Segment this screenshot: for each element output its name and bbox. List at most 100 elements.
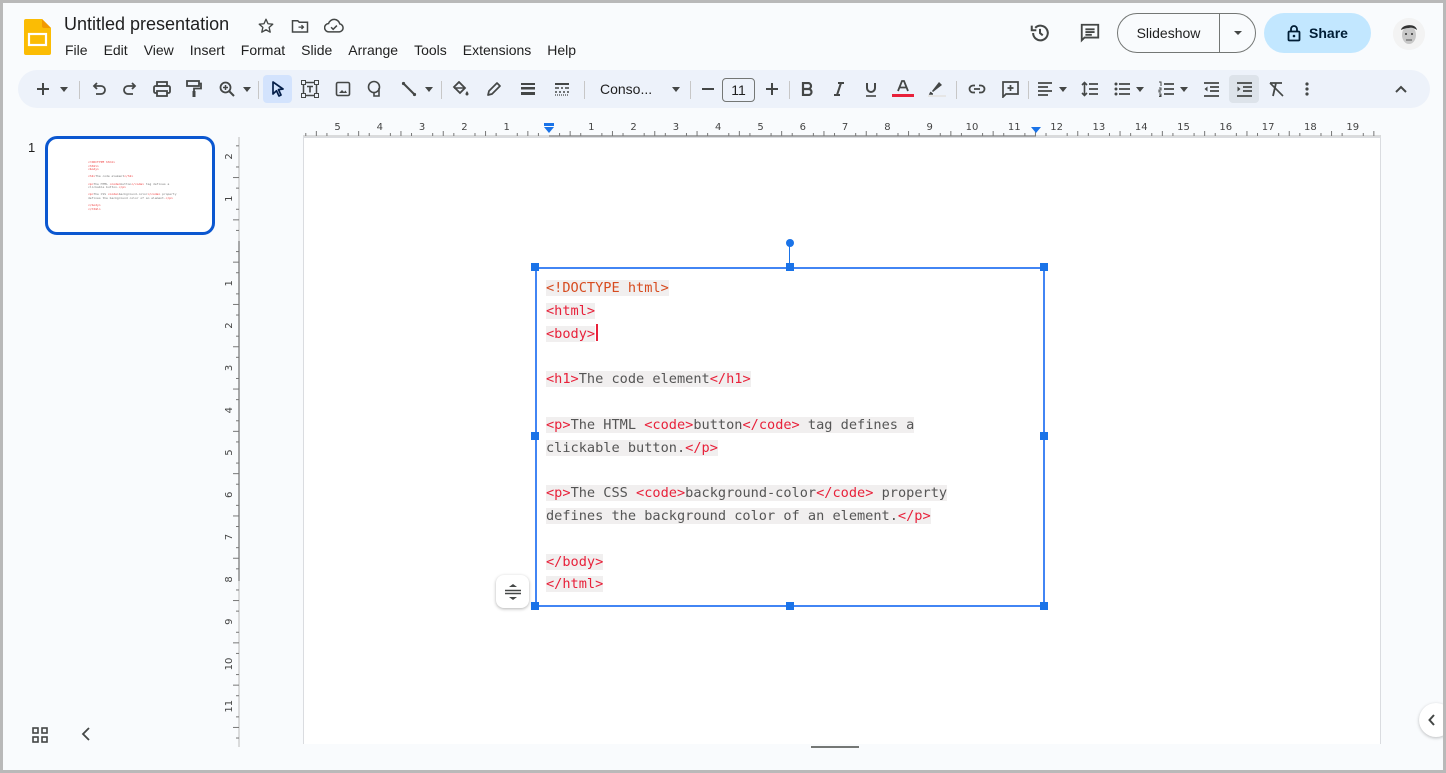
version-history-icon[interactable] xyxy=(1025,18,1055,48)
decrease-indent-button[interactable] xyxy=(1198,75,1224,103)
redo-button[interactable] xyxy=(117,75,143,103)
ruler-label: 2 xyxy=(224,153,235,159)
resize-handle-bottom[interactable] xyxy=(786,602,794,610)
link-icon xyxy=(968,84,986,94)
border-dash-icon xyxy=(555,83,569,96)
resize-handle-bottom-right[interactable] xyxy=(1040,602,1048,610)
numbered-list-button[interactable] xyxy=(1155,75,1177,103)
paint-format-button[interactable] xyxy=(181,75,207,103)
italic-button[interactable] xyxy=(826,75,852,103)
menu-extensions[interactable]: Extensions xyxy=(455,40,539,60)
insert-link-button[interactable] xyxy=(964,75,990,103)
slideshow-dropdown-button[interactable] xyxy=(1220,14,1255,52)
code-text[interactable]: <!DOCTYPE html> <html> <body> <h1>The code … xyxy=(546,277,948,596)
border-dash-button[interactable] xyxy=(549,75,575,103)
ruler-label: 2 xyxy=(461,122,467,133)
line-spacing-button[interactable] xyxy=(1077,75,1103,103)
select-tool-button[interactable] xyxy=(263,75,292,103)
document-title[interactable]: Untitled presentation xyxy=(64,14,229,35)
menu-slide[interactable]: Slide xyxy=(293,40,340,60)
align-button[interactable] xyxy=(1034,75,1056,103)
text-color-button[interactable] xyxy=(890,75,916,103)
menu-format[interactable]: Format xyxy=(233,40,293,60)
line-button[interactable] xyxy=(396,75,422,103)
resize-handle-right[interactable] xyxy=(1040,432,1048,440)
cloud-saved-icon[interactable] xyxy=(324,16,344,36)
menu-tools[interactable]: Tools xyxy=(406,40,455,60)
vertical-ruler[interactable]: 3211234567891011 xyxy=(222,111,240,747)
code-text-segment: The code element xyxy=(578,371,710,388)
rotation-handle[interactable] xyxy=(786,239,794,247)
resize-handle-top-right[interactable] xyxy=(1040,263,1048,271)
account-avatar[interactable] xyxy=(1393,18,1425,50)
new-slide-button[interactable] xyxy=(32,75,54,103)
more-options-button[interactable] xyxy=(1296,75,1318,103)
resize-handle-top[interactable] xyxy=(786,263,794,271)
slideshow-button[interactable]: Slideshow xyxy=(1118,14,1220,52)
increase-indent-button[interactable] xyxy=(1229,75,1259,103)
grid-view-button[interactable] xyxy=(32,727,48,748)
menu-edit[interactable]: Edit xyxy=(96,40,136,60)
insert-image-button[interactable] xyxy=(330,75,356,103)
menu-file[interactable]: File xyxy=(57,40,96,60)
border-color-button[interactable] xyxy=(481,75,507,103)
menu-arrange[interactable]: Arrange xyxy=(340,40,406,60)
increase-font-size-button[interactable] xyxy=(761,75,783,103)
clear-formatting-button[interactable] xyxy=(1263,75,1289,103)
slides-logo-icon[interactable] xyxy=(24,19,51,55)
cursor-icon xyxy=(271,81,284,97)
border-weight-button[interactable] xyxy=(515,75,541,103)
add-comment-button[interactable] xyxy=(997,75,1023,103)
speaker-notes-resize-handle[interactable] xyxy=(811,746,859,748)
line-icon xyxy=(401,81,417,97)
align-dropdown[interactable] xyxy=(1056,75,1070,103)
print-button[interactable] xyxy=(149,75,175,103)
share-button[interactable]: Share xyxy=(1264,13,1371,53)
star-icon[interactable] xyxy=(256,16,276,36)
collapse-toolbar-button[interactable] xyxy=(1388,75,1414,103)
menu-view[interactable]: View xyxy=(136,40,182,60)
numbered-list-dropdown[interactable] xyxy=(1177,75,1191,103)
undo-button[interactable] xyxy=(86,75,112,103)
collapse-filmstrip-button[interactable] xyxy=(81,727,91,746)
resize-handle-left[interactable] xyxy=(531,432,539,440)
ruler-label: 6 xyxy=(224,492,235,498)
resize-handle-top-left[interactable] xyxy=(531,263,539,271)
underline-icon xyxy=(866,82,876,97)
new-slide-layout-dropdown[interactable] xyxy=(57,75,71,103)
zoom-button[interactable] xyxy=(214,75,240,103)
bulleted-list-dropdown[interactable] xyxy=(1133,75,1147,103)
decrease-font-size-button[interactable] xyxy=(697,75,719,103)
line-dropdown[interactable] xyxy=(422,75,436,103)
autofit-options-button[interactable] xyxy=(496,575,529,608)
highlight-color-button[interactable] xyxy=(924,75,950,103)
code-text-segment: background-color xyxy=(685,485,817,502)
code-text-segment: defines the background color of an eleme… xyxy=(546,507,898,524)
fill-color-button[interactable] xyxy=(448,75,474,103)
code-line: <h1>The code element</h1> xyxy=(546,368,947,391)
shape-button[interactable] xyxy=(363,75,389,103)
menu-help[interactable]: Help xyxy=(539,40,584,60)
comments-icon[interactable] xyxy=(1075,18,1105,48)
font-size-input[interactable]: 11 xyxy=(722,78,755,102)
move-to-folder-icon[interactable] xyxy=(290,16,310,36)
print-icon xyxy=(153,81,171,97)
slide-thumbnail[interactable]: <!DOCTYPE html> <html> <body> <h1>The co… xyxy=(45,136,215,235)
text-color-icon xyxy=(892,80,914,97)
ruler-label: 16 xyxy=(1219,122,1232,133)
bulleted-list-button[interactable] xyxy=(1111,75,1133,103)
code-text-segment: clickable button. xyxy=(546,439,686,456)
bold-button[interactable] xyxy=(794,75,820,103)
indent-marker xyxy=(544,127,554,133)
zoom-dropdown[interactable] xyxy=(240,75,254,103)
horizontal-ruler[interactable]: 5 4 3 2 1 1 2 3 4 5 6 7 8 9 10 11 12 13 14 15 16 17 18 19 xyxy=(239,119,1443,137)
font-family-select[interactable]: Conso... xyxy=(600,75,680,103)
toolbar: Conso... 11 xyxy=(18,70,1430,108)
menu-insert[interactable]: Insert xyxy=(182,40,233,60)
text-box-button[interactable] xyxy=(297,75,323,103)
clear-formatting-icon xyxy=(1269,82,1284,97)
underline-button[interactable] xyxy=(858,75,884,103)
resize-handle-bottom-left[interactable] xyxy=(531,602,539,610)
highlighter-icon xyxy=(928,82,946,97)
